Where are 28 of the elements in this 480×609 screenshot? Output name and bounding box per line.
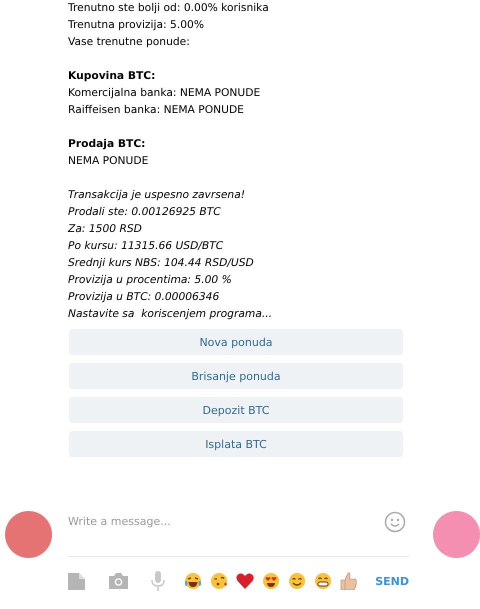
send-button[interactable]: SEND xyxy=(375,574,409,588)
keyboard-button[interactable]: Brisanje ponuda xyxy=(69,363,403,389)
keyboard-button[interactable]: Nova ponuda xyxy=(69,329,403,355)
message-line: Provizija u procentima: 5.00 % xyxy=(68,272,232,288)
message-heading: Prodaja BTC: xyxy=(68,136,146,152)
message-line: Vase trenutne ponude: xyxy=(68,34,190,50)
message-line: NEMA PONUDE xyxy=(68,153,148,169)
message-heading: Kupovina BTC: xyxy=(68,68,156,84)
message-line: Provizija u BTC: 0.00006346 xyxy=(68,289,220,305)
message-line: Transakcija je uspesno zavrsena! xyxy=(68,187,246,203)
keyboard-button[interactable]: Isplata BTC xyxy=(69,431,403,457)
smiling-emoji-icon[interactable] xyxy=(288,572,306,590)
message-line: Raiffeisen banka: NEMA PONUDE xyxy=(68,102,244,118)
heart-icon[interactable] xyxy=(236,573,254,589)
message-line: Srednji kurs NBS: 104.44 RSD/USD xyxy=(68,255,254,271)
thumbs-up-icon[interactable] xyxy=(340,572,357,590)
message-line: Komercijalna banka: NEMA PONUDE xyxy=(68,85,260,101)
message-line: Trenutna provizija: 5.00% xyxy=(68,17,204,33)
keyboard-button[interactable]: Depozit BTC xyxy=(69,397,403,423)
message-line: Nastavite sa koriscenjem programa... xyxy=(68,306,272,322)
message-line: Po kursu: 11315.66 USD/BTC xyxy=(68,238,224,254)
grinning-emoji-icon[interactable] xyxy=(314,572,332,590)
laughing-emoji-icon[interactable] xyxy=(184,572,202,590)
message-line: Trenutno ste bolji od: 0.00% korisnika xyxy=(68,0,269,16)
message-line: Za: 1500 RSD xyxy=(68,221,142,237)
kissing-emoji-icon[interactable] xyxy=(210,572,228,590)
heart-eyes-emoji-icon[interactable] xyxy=(262,572,280,590)
message-line: Prodali ste: 0.00126925 BTC xyxy=(68,204,221,220)
